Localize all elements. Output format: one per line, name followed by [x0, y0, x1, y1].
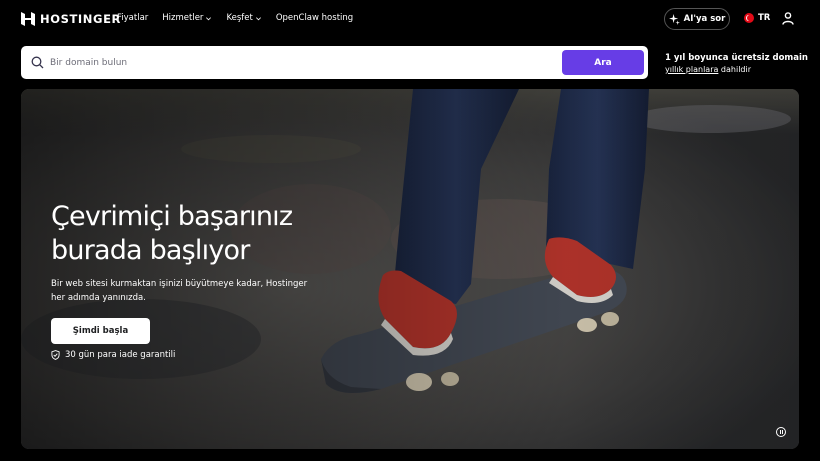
nav-item-label: Keşfet: [226, 13, 253, 23]
brand-name: HOSTINGER: [40, 12, 121, 26]
nav-item-pricing[interactable]: Fiyatlar: [117, 13, 148, 23]
guarantee-text: 30 gün para iade garantili: [65, 350, 176, 360]
top-header: HOSTINGER Fiyatlar Hizmetler Keşfet Open…: [0, 0, 820, 38]
promo-suffix: dahildir: [718, 65, 752, 74]
main-nav: Fiyatlar Hizmetler Keşfet OpenClaw hosti…: [117, 13, 353, 23]
domain-search-input[interactable]: [50, 54, 550, 71]
nav-item-label: Hizmetler: [162, 13, 204, 23]
chevron-down-icon: [206, 16, 212, 20]
sparkle-icon: [668, 13, 680, 25]
hero-description: Bir web sitesi kurmaktan işinizi büyütme…: [51, 279, 308, 303]
get-started-button[interactable]: Şimdi başla: [51, 318, 150, 344]
money-back-guarantee: 30 gün para iade garantili: [51, 350, 175, 360]
hostinger-logo[interactable]: HOSTINGER: [21, 12, 121, 26]
hero-title: Çevrimiçi başarınız burada başlıyor: [51, 200, 381, 268]
language-selector[interactable]: TR: [744, 13, 770, 23]
hostinger-logo-icon: [21, 12, 35, 26]
nav-item-label: OpenClaw hosting: [275, 13, 354, 23]
hero-title-line-2: burada başlıyor: [51, 235, 250, 266]
promo-title: 1 yıl boyunca ücretsiz domain: [665, 53, 808, 63]
nav-item-explore[interactable]: Keşfet: [226, 13, 261, 23]
ask-ai-label: AI'ya sor: [683, 14, 726, 24]
search-icon: [31, 56, 44, 69]
user-icon[interactable]: [782, 12, 794, 25]
turkey-flag-icon: [744, 13, 754, 23]
free-domain-promo: 1 yıl boyunca ücretsiz domain yıllık pla…: [665, 52, 808, 76]
promo-subtitle: yıllık planlara dahildir: [665, 64, 808, 76]
domain-search-box: Ara: [21, 46, 648, 79]
nav-item-label: Fiyatlar: [117, 13, 149, 23]
shield-check-icon: [51, 350, 60, 360]
hero-title-line-1: Çevrimiçi başarınız: [51, 201, 293, 232]
pause-icon[interactable]: [776, 427, 786, 437]
hero-banner: Çevrimiçi başarınız burada başlıyor Bir …: [21, 89, 799, 449]
ask-ai-button[interactable]: AI'ya sor: [664, 8, 730, 30]
language-code: TR: [758, 13, 771, 23]
annual-plans-link[interactable]: yıllık planlara: [665, 65, 718, 74]
hero-overlay: [21, 89, 799, 449]
nav-item-openclaw-hosting[interactable]: OpenClaw hosting: [276, 13, 353, 23]
chevron-down-icon: [255, 16, 261, 20]
nav-item-services[interactable]: Hizmetler: [162, 13, 212, 23]
search-button[interactable]: Ara: [562, 50, 644, 75]
